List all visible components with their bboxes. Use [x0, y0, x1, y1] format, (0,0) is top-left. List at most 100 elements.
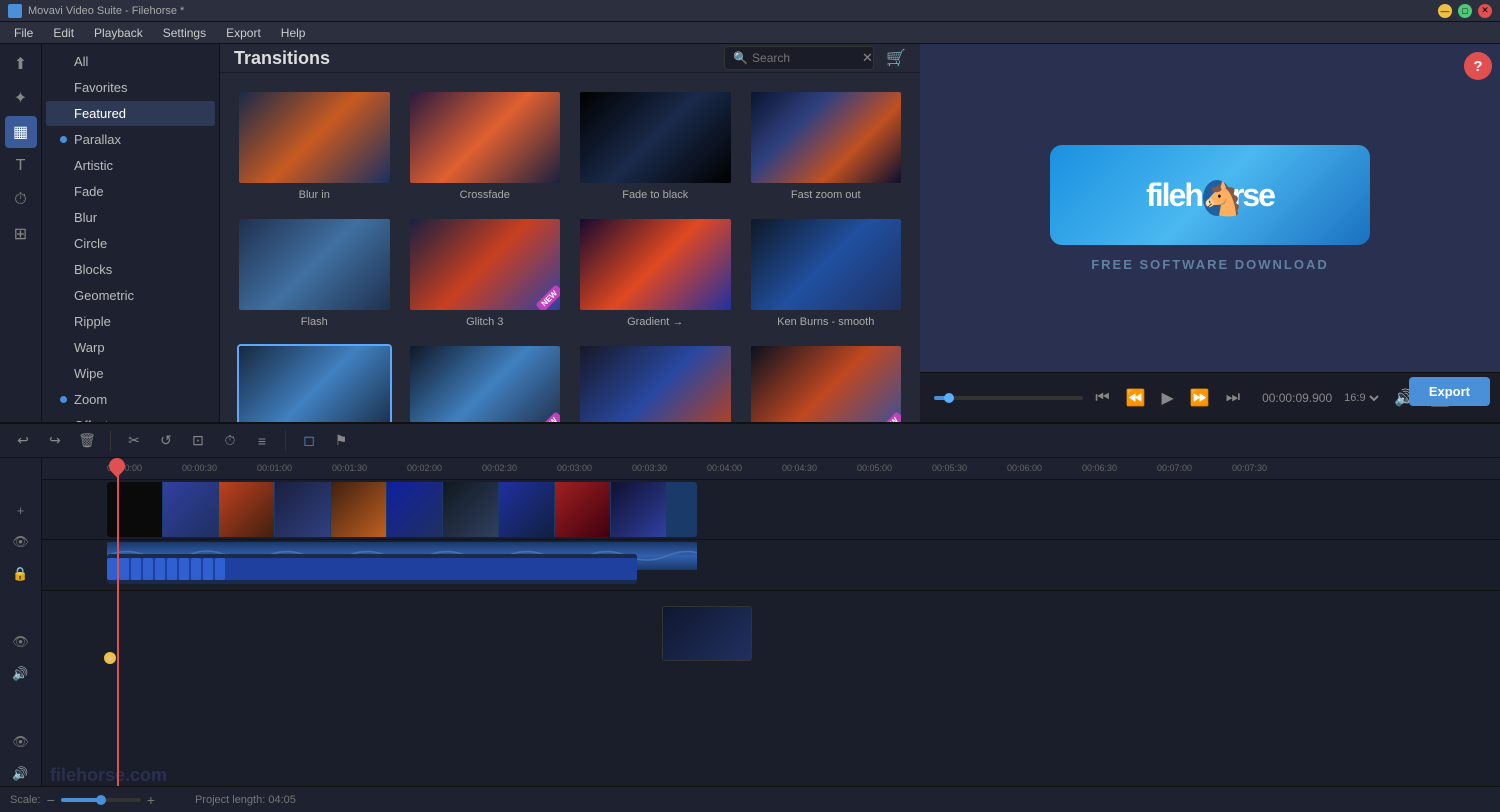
main-content: ⬆ ✦ ▦ T ⏱ ⊞ All Favorites Featured Paral…	[0, 44, 1500, 422]
sidebar-item-artistic[interactable]: Artistic	[46, 153, 215, 178]
sidebar-item-ripple[interactable]: Ripple	[46, 309, 215, 334]
ruler-mark-11: 00:05:30	[932, 463, 967, 473]
transition-label-gradient: Gradient →	[627, 316, 683, 328]
sidebar-item-wipe[interactable]: Wipe	[46, 361, 215, 386]
sidebar-item-fade[interactable]: Fade	[46, 179, 215, 204]
sidebar-item-zoom[interactable]: Zoom	[46, 387, 215, 412]
scale-slider[interactable]	[61, 798, 141, 802]
sidebar-label-featured: Featured	[74, 106, 126, 121]
playhead[interactable]	[117, 458, 119, 786]
sidebar-item-offset[interactable]: Offset	[46, 413, 215, 422]
blocks-button[interactable]: ⊞	[5, 218, 37, 250]
help-button[interactable]: ?	[1464, 52, 1492, 80]
scale-minus-icon[interactable]: −	[47, 792, 55, 808]
sidebar-item-warp[interactable]: Warp	[46, 335, 215, 360]
delete-button[interactable]: 🗑	[74, 428, 100, 454]
scale-plus-icon[interactable]: +	[147, 792, 155, 808]
vt-thumb-2	[219, 482, 274, 537]
vt-thumb-4	[331, 482, 386, 537]
menu-settings[interactable]: Settings	[153, 24, 216, 42]
track-lock-2[interactable]: 🔊	[6, 662, 36, 686]
add-track-button[interactable]: +	[6, 498, 36, 522]
transition-crossfade[interactable]: Crossfade	[405, 87, 566, 204]
sidebar-item-circle[interactable]: Circle	[46, 231, 215, 256]
subtitle-track[interactable]	[107, 554, 637, 584]
scale-slider-dot	[96, 795, 106, 805]
transitions-panel: Transitions 🔍 ✕ 🛒 Blur in Crossfade	[220, 44, 920, 422]
title-bar: Movavi Video Suite - Filehorse * — □ ✕	[0, 0, 1500, 22]
track-lock-3[interactable]: 🔊	[6, 762, 36, 786]
menu-file[interactable]: File	[4, 24, 43, 42]
rotate-button[interactable]: ↺	[153, 428, 179, 454]
menu-help[interactable]: Help	[271, 24, 316, 42]
search-input[interactable]	[752, 51, 862, 65]
markers-button[interactable]: ⚑	[328, 428, 354, 454]
preview-progress-bar[interactable]	[934, 396, 1083, 400]
close-button[interactable]: ✕	[1478, 4, 1492, 18]
search-box[interactable]: 🔍 ✕	[724, 46, 874, 70]
track-eye-2[interactable]: 👁	[6, 630, 36, 654]
track-eye-1[interactable]: 👁	[6, 530, 36, 554]
transition-lens[interactable]: Lens ↗	[234, 341, 395, 422]
track-eye-3[interactable]: 👁	[6, 730, 36, 754]
ruler-mark-14: 00:07:00	[1157, 463, 1192, 473]
menu-edit[interactable]: Edit	[43, 24, 84, 42]
preview-playhead	[944, 393, 954, 403]
transition-parallax1[interactable]: NEW Parallax 1	[746, 341, 907, 422]
transitions-button[interactable]: ▦	[5, 116, 37, 148]
maximize-button[interactable]: □	[1458, 4, 1472, 18]
undo-button[interactable]: ↩	[10, 428, 36, 454]
sidebar-item-parallax[interactable]: Parallax	[46, 127, 215, 152]
transition-glitch3[interactable]: NEW Glitch 3	[405, 214, 566, 331]
redo-button[interactable]: ↪	[42, 428, 68, 454]
export-button[interactable]: Export	[1409, 377, 1490, 406]
track-lock-1[interactable]: 🔒	[6, 562, 36, 586]
cut-button[interactable]: ✂	[121, 428, 147, 454]
filter-button[interactable]: ≡	[249, 428, 275, 454]
menu-playback[interactable]: Playback	[84, 24, 153, 42]
stabilize-button[interactable]: ⏱	[217, 428, 243, 454]
video-track-row	[42, 480, 1500, 540]
prev-frame-button[interactable]: ⏪	[1122, 386, 1150, 410]
window-controls: — □ ✕	[1438, 4, 1492, 18]
transition-offset[interactable]: NEW Offset →	[405, 341, 566, 422]
sidebar-item-blur[interactable]: Blur	[46, 205, 215, 230]
effects-button[interactable]: ✦	[5, 82, 37, 114]
sidebar-dot-parallax	[60, 136, 67, 143]
transition-page-turn[interactable]: Page turn ↗	[575, 341, 736, 422]
minimize-button[interactable]: —	[1438, 4, 1452, 18]
cart-icon[interactable]: 🛒	[886, 48, 906, 68]
ruler-mark-5: 00:02:30	[482, 463, 517, 473]
sidebar-item-featured[interactable]: Featured	[46, 101, 215, 126]
transitions-mode-button[interactable]: ◻	[296, 428, 322, 454]
skip-start-button[interactable]: ⏮	[1091, 387, 1113, 409]
next-frame-button[interactable]: ⏩	[1186, 386, 1214, 410]
skip-end-button[interactable]: ⏭	[1222, 387, 1244, 409]
transition-blur-in[interactable]: Blur in	[234, 87, 395, 204]
titles-button[interactable]: T	[5, 150, 37, 182]
crop-button[interactable]: ⊡	[185, 428, 211, 454]
aspect-ratio-select[interactable]: 16:9 4:3 1:1	[1340, 391, 1382, 405]
sidebar-label-zoom: Zoom	[74, 392, 107, 407]
ruler-mark-1: 00:00:30	[182, 463, 217, 473]
play-button[interactable]: ▶	[1158, 386, 1178, 410]
transition-ken-burns[interactable]: Ken Burns - smooth	[746, 214, 907, 331]
time-button[interactable]: ⏱	[5, 184, 37, 216]
video-track[interactable]	[107, 482, 697, 537]
transition-gradient[interactable]: Gradient →	[575, 214, 736, 331]
sidebar-label-warp: Warp	[74, 340, 105, 355]
sidebar-item-all[interactable]: All	[46, 49, 215, 74]
menu-export[interactable]: Export	[216, 24, 271, 42]
sidebar-item-favorites[interactable]: Favorites	[46, 75, 215, 100]
clear-search-icon[interactable]: ✕	[862, 50, 873, 66]
sidebar-item-blocks[interactable]: Blocks	[46, 257, 215, 282]
sidebar: All Favorites Featured Parallax Artistic…	[42, 44, 220, 422]
app-icon	[8, 4, 22, 18]
transition-flash[interactable]: Flash	[234, 214, 395, 331]
import-button[interactable]: ⬆	[5, 48, 37, 80]
sub-segment-6	[167, 558, 177, 580]
transition-fast-zoom[interactable]: Fast zoom out	[746, 87, 907, 204]
video-thumbnails	[107, 482, 666, 537]
sidebar-item-geometric[interactable]: Geometric	[46, 283, 215, 308]
transition-fade-black[interactable]: Fade to black	[575, 87, 736, 204]
